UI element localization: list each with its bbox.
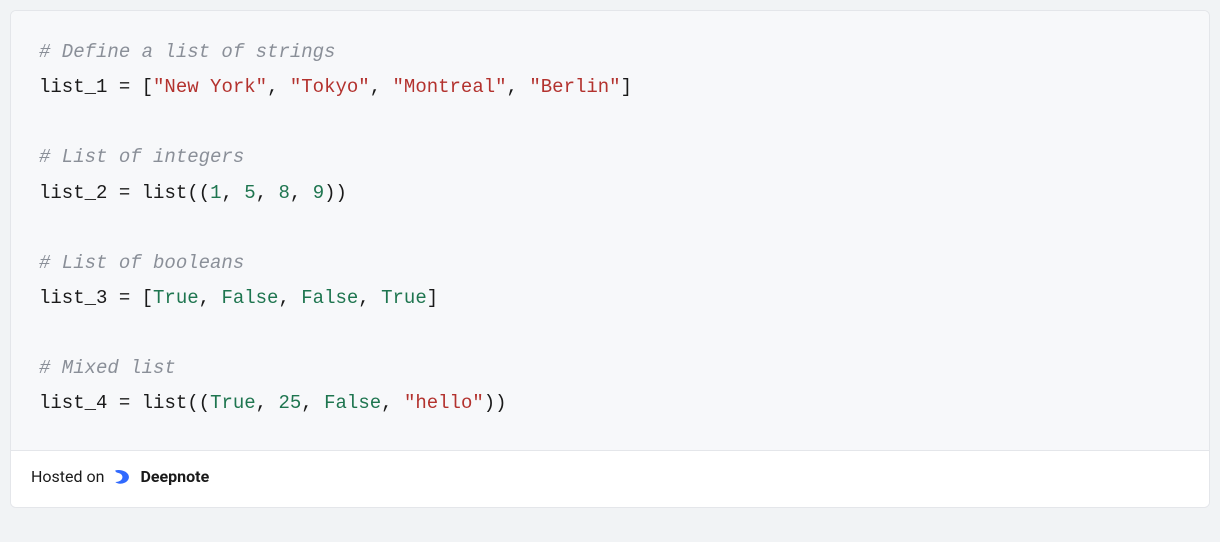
code-line: list_3 = [True, False, False, True] [39, 281, 1181, 316]
embed-card: # Define a list of stringslist_1 = ["New… [10, 10, 1210, 508]
code-line [39, 211, 1181, 246]
code-line: # Define a list of strings [39, 35, 1181, 70]
code-line [39, 316, 1181, 351]
code-line: list_1 = ["New York", "Tokyo", "Montreal… [39, 70, 1181, 105]
embed-footer[interactable]: Hosted on Deepnote [11, 451, 1209, 507]
hosted-on-label: Hosted on [31, 467, 104, 486]
code-line: list_2 = list((1, 5, 8, 9)) [39, 176, 1181, 211]
code-line: # List of booleans [39, 246, 1181, 281]
code-line: # Mixed list [39, 351, 1181, 386]
code-block: # Define a list of stringslist_1 = ["New… [11, 11, 1209, 451]
deepnote-brand-label: Deepnote [140, 467, 209, 486]
code-line: list_4 = list((True, 25, False, "hello")… [39, 386, 1181, 421]
code-line [39, 105, 1181, 140]
code-line: # List of integers [39, 140, 1181, 175]
deepnote-logo-icon [112, 467, 132, 487]
